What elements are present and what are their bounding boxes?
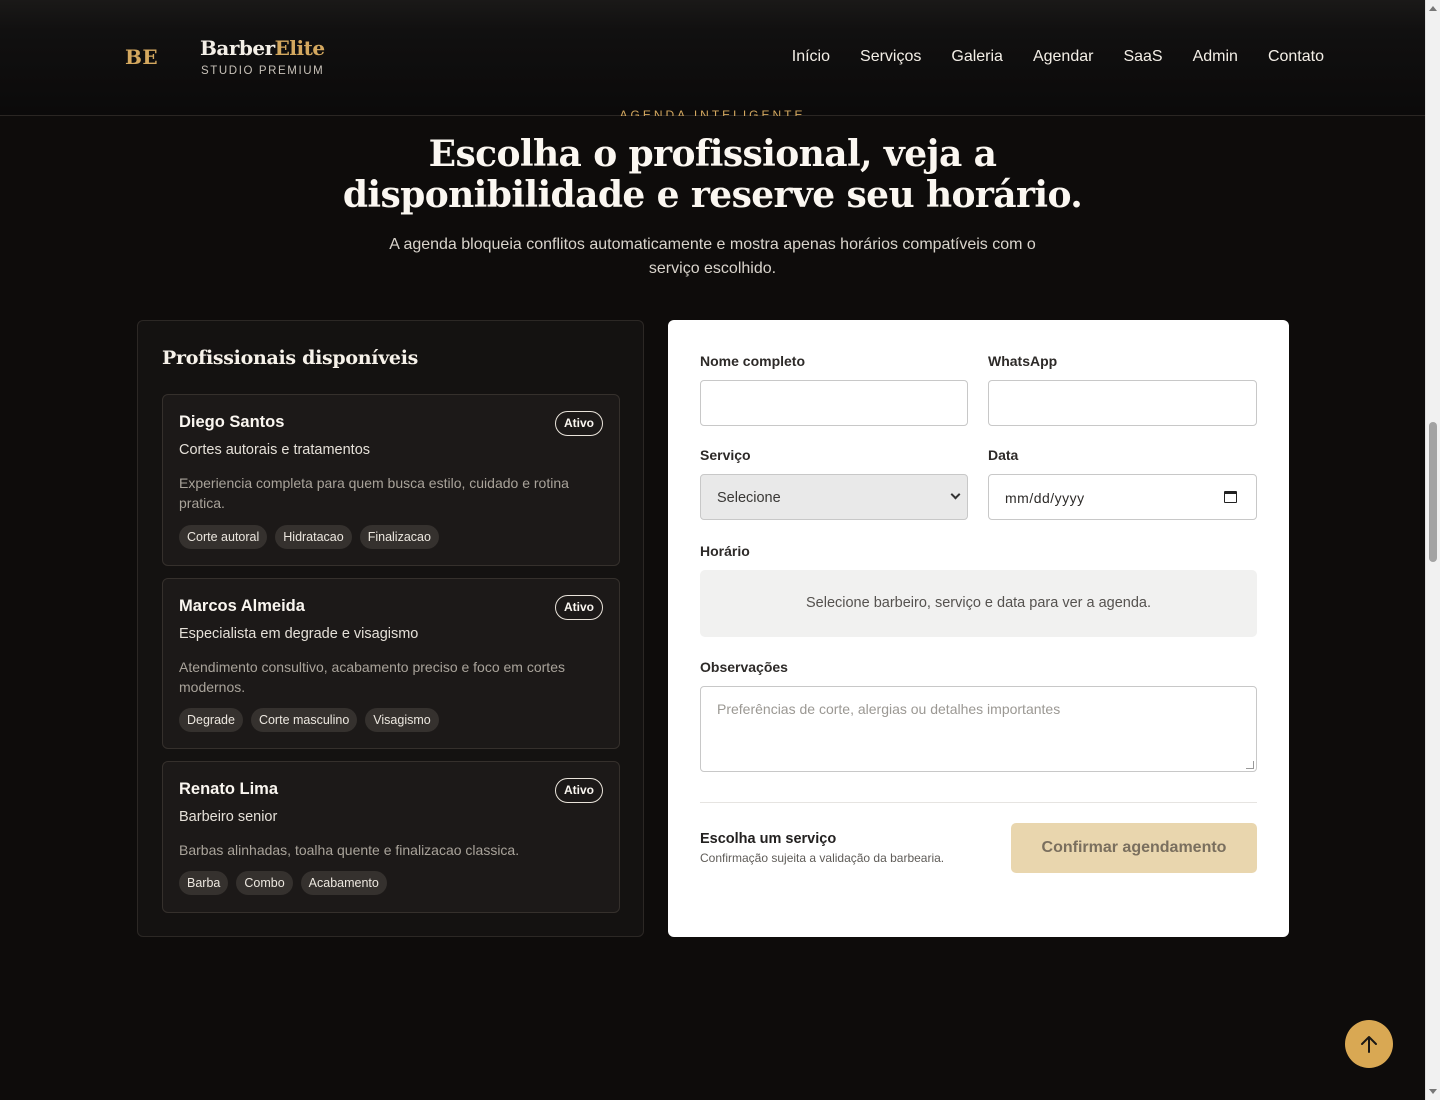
- service-select[interactable]: Selecione: [700, 474, 968, 520]
- scroll-up-icon[interactable]: [1429, 6, 1437, 11]
- site-header: BE BarberElite STUDIO PREMIUM Início Ser…: [0, 0, 1425, 116]
- professional-name: Marcos Almeida: [179, 597, 305, 615]
- whatsapp-field[interactable]: [988, 380, 1257, 426]
- brand-part2: Elite: [274, 36, 325, 60]
- professional-card-marcos[interactable]: Marcos Almeida Ativo Especialista em deg…: [162, 578, 620, 749]
- back-to-top-button[interactable]: [1345, 1020, 1393, 1068]
- brand-tagline: STUDIO PREMIUM: [201, 65, 325, 77]
- tag: Finalizacao: [359, 525, 439, 549]
- professionals-panel: Profissionais disponíveis Diego Santos A…: [137, 320, 644, 937]
- page-title: Escolha o profissional, veja a disponibi…: [342, 133, 1083, 216]
- tag: Corte autoral: [179, 525, 268, 549]
- name-label: Nome completo: [700, 353, 806, 369]
- service-label: Serviço: [700, 447, 751, 463]
- scrollbar-thumb[interactable]: [1429, 422, 1437, 562]
- brand-name[interactable]: BarberElite: [200, 36, 325, 60]
- tag: Hidratacao: [275, 525, 352, 549]
- nav-servicos[interactable]: Serviços: [860, 48, 921, 66]
- scroll-down-icon[interactable]: [1429, 1089, 1437, 1094]
- brand-part1: Barber: [200, 36, 275, 60]
- professional-role: Cortes autorais e tratamentos: [179, 442, 371, 458]
- tag: Acabamento: [300, 871, 387, 895]
- whatsapp-label: WhatsApp: [988, 353, 1058, 369]
- status-badge: Ativo: [555, 595, 603, 620]
- confirm-button[interactable]: Confirmar agendamento: [1011, 823, 1257, 873]
- name-field[interactable]: [700, 380, 968, 426]
- chevron-down-icon: [950, 489, 961, 500]
- page-scrollbar[interactable]: [1425, 0, 1440, 1100]
- professionals-heading: Profissionais disponíveis: [162, 347, 419, 369]
- status-badge: Ativo: [555, 778, 603, 803]
- nav-saas[interactable]: SaaS: [1123, 48, 1162, 66]
- time-label: Horário: [700, 543, 750, 559]
- schedule-placeholder: Selecione barbeiro, serviço e data para …: [700, 570, 1257, 637]
- professional-card-diego[interactable]: Diego Santos Ativo Cortes autorais e tra…: [162, 394, 620, 566]
- notes-placeholder: Preferências de corte, alergias ou detal…: [717, 701, 1061, 717]
- notes-label: Observações: [700, 659, 788, 675]
- professional-role: Barbeiro senior: [179, 809, 278, 825]
- resize-grip-icon[interactable]: [1246, 761, 1254, 769]
- tag: Degrade: [179, 708, 243, 732]
- main-nav: Início Serviços Galeria Agendar SaaS Adm…: [792, 48, 1324, 66]
- summary-title: Escolha um serviço: [700, 831, 837, 847]
- professional-name: Diego Santos: [179, 413, 285, 431]
- professional-name: Renato Lima: [179, 780, 279, 798]
- tag: Barba: [179, 871, 229, 895]
- professional-tags: Degrade Corte masculino Visagismo: [179, 708, 439, 732]
- professional-card-renato[interactable]: Renato Lima Ativo Barbeiro senior Barbas…: [162, 761, 620, 913]
- booking-form: Nome completo WhatsApp Serviço Selecione…: [668, 320, 1289, 937]
- date-value: mm/dd/yyyy: [1005, 490, 1085, 506]
- professional-tags: Corte autoral Hidratacao Finalizacao: [179, 525, 439, 549]
- professional-role: Especialista em degrade e visagismo: [179, 626, 419, 642]
- tag: Corte masculino: [250, 708, 358, 732]
- date-field[interactable]: mm/dd/yyyy: [988, 474, 1257, 520]
- nav-admin[interactable]: Admin: [1193, 48, 1238, 66]
- nav-contato[interactable]: Contato: [1268, 48, 1324, 66]
- professional-description: Barbas alinhadas, toalha quente e finali…: [179, 842, 520, 858]
- nav-agendar[interactable]: Agendar: [1033, 48, 1094, 66]
- nav-galeria[interactable]: Galeria: [951, 48, 1003, 66]
- professional-tags: Barba Combo Acabamento: [179, 871, 387, 895]
- arrow-up-icon: [1361, 1036, 1377, 1053]
- tag: Visagismo: [365, 708, 439, 732]
- divider: [700, 802, 1257, 803]
- summary-note: Confirmação sujeita a validação da barbe…: [700, 851, 945, 865]
- notes-textarea[interactable]: Preferências de corte, alergias ou detal…: [700, 686, 1257, 772]
- professional-description: Experiencia completa para quem busca est…: [179, 475, 569, 511]
- status-badge: Ativo: [555, 411, 603, 436]
- nav-inicio[interactable]: Início: [792, 48, 830, 66]
- service-value: Selecione: [717, 490, 781, 506]
- tag: Combo: [236, 871, 293, 895]
- date-label: Data: [988, 447, 1019, 463]
- page-subtitle: A agenda bloqueia conflitos automaticame…: [389, 236, 1036, 277]
- section-eyebrow: AGENDA INTELIGENTE: [619, 108, 806, 116]
- calendar-icon[interactable]: [1224, 491, 1237, 503]
- professional-description: Atendimento consultivo, acabamento preci…: [179, 659, 565, 695]
- logo-mark[interactable]: BE: [125, 45, 158, 69]
